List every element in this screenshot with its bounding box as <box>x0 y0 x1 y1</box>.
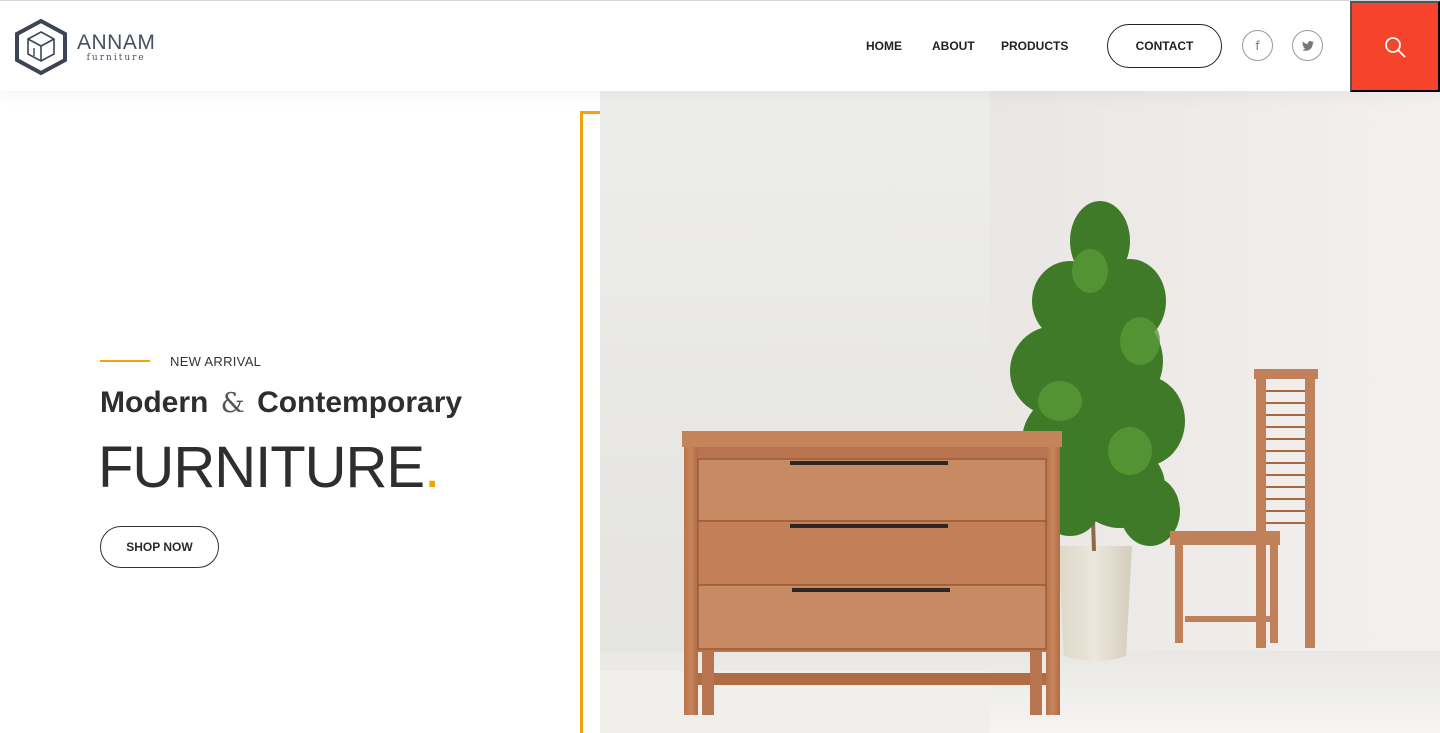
nav-item-home[interactable]: HOME <box>866 39 902 53</box>
nav-item-about[interactable]: ABOUT <box>932 39 975 53</box>
nav-item-products[interactable]: PRODUCTS <box>1001 39 1068 53</box>
brand-tagline: furniture <box>86 52 146 63</box>
contact-button[interactable]: CONTACT <box>1107 24 1222 68</box>
site-header: ANNAM furniture HOME ABOUT PRODUCTS CONT… <box>0 0 1440 92</box>
hero-title-text: FURNITURE <box>98 435 425 500</box>
headline-modern: Modern <box>100 386 209 419</box>
facebook-icon[interactable]: f <box>1242 30 1273 61</box>
search-icon <box>1385 36 1406 57</box>
hero-image <box>600 91 1440 733</box>
logo-text: ANNAM furniture <box>77 32 155 63</box>
hero-headline: Modern & Contemporary <box>100 386 462 420</box>
hero-eyebrow: NEW ARRIVAL <box>170 354 262 369</box>
cube-logo-icon <box>15 18 67 76</box>
logo[interactable]: ANNAM furniture <box>14 18 155 76</box>
search-button[interactable] <box>1350 1 1440 92</box>
twitter-icon[interactable] <box>1292 30 1323 61</box>
shop-now-button[interactable]: SHOP NOW <box>100 526 219 568</box>
headline-contemporary: Contemporary <box>257 386 463 419</box>
hero-title-dot: . <box>424 435 440 500</box>
eyebrow-divider <box>100 360 150 362</box>
hero-title: FURNITURE. <box>98 434 440 501</box>
headline-ampersand: & <box>220 388 245 419</box>
brand-name: ANNAM <box>77 30 156 54</box>
